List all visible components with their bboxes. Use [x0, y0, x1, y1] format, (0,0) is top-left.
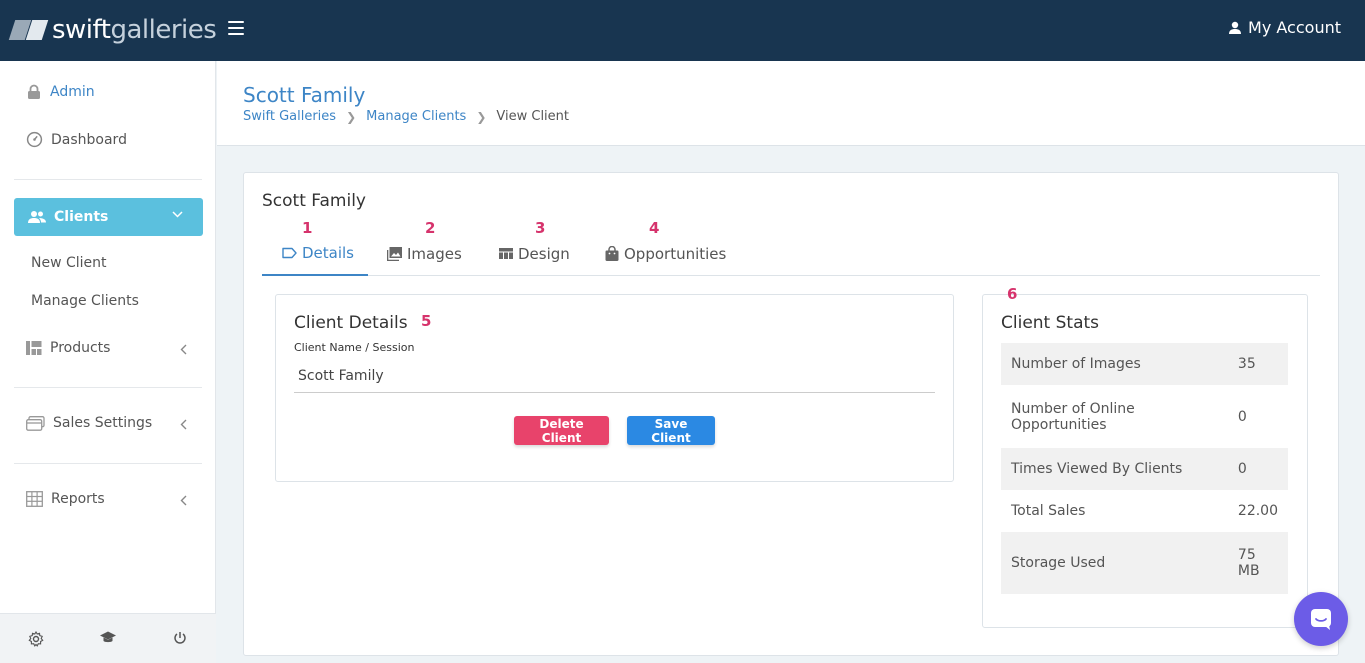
stat-label: Number of Images [1011, 356, 1141, 372]
table-row: Times Viewed By Clients 0 [1001, 448, 1288, 490]
stat-value: 35 [1237, 356, 1256, 372]
table-row: Number of Online Opportunities 0 [1001, 385, 1288, 448]
save-client-button[interactable]: Save Client [627, 416, 715, 445]
sales-cards-icon [26, 415, 45, 431]
client-stats-table: Number of Images 35 Number of Online Opp… [1001, 343, 1288, 594]
breadcrumb: Swift Galleries ❯ Manage Clients ❯ View … [243, 109, 569, 124]
table-row: Number of Images 35 [1001, 343, 1288, 385]
tab-design[interactable]: 3 Design [499, 219, 570, 276]
logo-text-bold: swift [52, 15, 111, 45]
sidebar-footer [0, 613, 216, 663]
top-bar: swiftgalleries My Account [0, 0, 1365, 61]
stat-value: 0 [1237, 408, 1247, 425]
chevron-left-icon [180, 344, 187, 355]
tab-label: Design [518, 244, 570, 263]
shopping-bag-icon [605, 246, 619, 261]
stat-label: Storage Used [1011, 555, 1106, 571]
sidebar-item-admin[interactable]: Admin [26, 84, 95, 100]
gear-icon[interactable] [28, 631, 44, 647]
user-icon [1229, 21, 1242, 34]
sidebar-divider [14, 179, 202, 180]
sidebar-item-reports[interactable]: Reports [26, 491, 105, 507]
page-header: Scott Family Swift Galleries ❯ Manage Cl… [217, 61, 1365, 146]
swiftgalleries-logo[interactable]: swiftgalleries [8, 12, 217, 48]
lock-icon [28, 84, 40, 99]
tab-badge: 1 [302, 219, 313, 237]
client-stats-panel: 6 Client Stats Number of Images 35 Numbe… [982, 285, 1308, 628]
client-stats-badge: 6 [1007, 285, 1018, 303]
chat-icon [1311, 609, 1331, 630]
dashboard-gauge-icon [26, 131, 43, 148]
client-details-panel: Client Details 5 Client Name / Session D… [275, 294, 954, 482]
stat-value: 75 MB [1237, 547, 1260, 579]
stat-value: 0 [1237, 461, 1247, 477]
chevron-down-icon [172, 211, 183, 218]
client-name-label: Client Name / Session [294, 341, 415, 354]
tab-details[interactable]: 1 Details [262, 219, 368, 276]
stat-label: Number of Online Opportunities [1011, 400, 1135, 433]
sidebar-item-sales-settings[interactable]: Sales Settings [26, 415, 152, 431]
sidebar-item-label: Sales Settings [53, 415, 153, 431]
page-title: Scott Family [243, 83, 366, 107]
sidebar-item-dashboard[interactable]: Dashboard [26, 131, 127, 148]
reports-table-icon [26, 491, 43, 507]
graduation-cap-icon[interactable] [100, 631, 116, 645]
client-card: Scott Family 1 Details 2 Images 3 Design… [243, 172, 1339, 656]
tab-badge: 3 [535, 219, 546, 237]
client-details-badge: 5 [420, 312, 432, 330]
sidebar-subitem-manage-clients[interactable]: Manage Clients [31, 293, 139, 309]
tab-images[interactable]: 2 Images [387, 219, 462, 276]
client-details-title: Client Details 5 [294, 312, 432, 333]
tab-label: Images [407, 244, 462, 263]
stat-value: 22.00 [1237, 503, 1278, 519]
breadcrumb-swift-galleries[interactable]: Swift Galleries [243, 109, 336, 124]
sidebar-item-label: Reports [51, 491, 105, 507]
card-title: Scott Family [262, 191, 366, 211]
breadcrumb-separator-icon: ❯ [476, 109, 487, 124]
breadcrumb-manage-clients[interactable]: Manage Clients [366, 109, 466, 124]
logo-mark-icon [8, 18, 49, 42]
table-row: Storage Used 75 MB [1001, 532, 1288, 594]
logo-text: swiftgalleries [52, 15, 217, 45]
design-layout-icon [499, 248, 513, 259]
sidebar-item-label: Clients [54, 209, 109, 225]
sidebar-item-products[interactable]: Products [26, 340, 110, 356]
my-account-button[interactable]: My Account [1228, 18, 1341, 37]
tab-badge: 2 [425, 219, 436, 237]
tag-label-icon [282, 247, 297, 258]
stat-label: Times Viewed By Clients [1011, 461, 1183, 477]
chevron-left-icon [180, 495, 187, 506]
sidebar-divider [14, 387, 202, 388]
logo-text-light: galleries [110, 15, 217, 45]
stat-label: Total Sales [1011, 503, 1086, 519]
menu-toggle-icon[interactable] [228, 21, 244, 35]
chat-launcher-button[interactable] [1294, 592, 1348, 646]
sidebar: Admin Dashboard Clients New Client Manag… [0, 61, 216, 663]
tab-bar: 1 Details 2 Images 3 Design 4 Opportunit… [262, 219, 1320, 276]
sidebar-item-label: Products [50, 340, 111, 356]
image-icon [387, 246, 402, 261]
products-grid-icon [26, 341, 42, 355]
tab-label: Opportunities [624, 244, 727, 263]
tab-label: Details [302, 243, 355, 262]
breadcrumb-view-client: View Client [496, 109, 570, 124]
sidebar-subitem-new-client[interactable]: New Client [31, 255, 107, 271]
client-details-title-text: Client Details [294, 313, 408, 333]
people-icon [28, 211, 46, 223]
breadcrumb-separator-icon: ❯ [346, 109, 357, 124]
tab-badge: 4 [649, 219, 660, 237]
tab-opportunities[interactable]: 4 Opportunities [605, 219, 727, 276]
chevron-left-icon [180, 419, 187, 430]
power-icon[interactable] [173, 631, 187, 645]
sidebar-item-label: Admin [50, 84, 95, 100]
delete-client-button[interactable]: Delete Client [514, 416, 609, 445]
sidebar-item-clients[interactable]: Clients [14, 198, 203, 236]
sidebar-item-label: Dashboard [51, 131, 127, 148]
client-name-input[interactable] [294, 359, 935, 393]
client-stats-title: Client Stats [1001, 313, 1100, 333]
my-account-label: My Account [1248, 18, 1341, 37]
table-row: Total Sales 22.00 [1001, 490, 1288, 532]
sidebar-divider [14, 463, 202, 464]
